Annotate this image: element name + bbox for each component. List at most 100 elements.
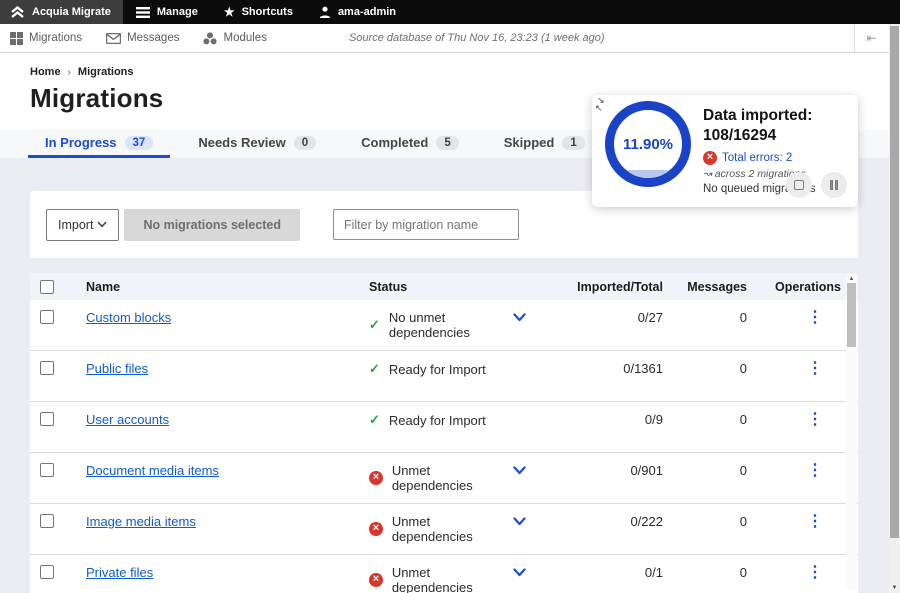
progress-ring-fill <box>614 170 682 178</box>
table-scrollbar-thumb[interactable] <box>847 283 856 347</box>
acquia-migrate-brand[interactable]: Acquia Migrate <box>0 0 123 24</box>
data-imported-fraction: 108/16294 <box>703 126 851 146</box>
status-text: Unmet dependencies <box>392 565 513 593</box>
progress-percentage: 11.90% <box>623 136 673 153</box>
messages-count: 0 <box>663 361 747 376</box>
source-database-note: Source database of Thu Nov 16, 23:23 (1 … <box>349 32 605 44</box>
messages-count: 0 <box>663 412 747 427</box>
import-dropdown-button[interactable]: Import <box>46 209 119 241</box>
header-messages: Messages <box>663 280 747 294</box>
status-card-controls <box>786 172 847 198</box>
select-all-checkbox[interactable] <box>40 280 54 294</box>
shortcuts-label: Shortcuts <box>242 6 293 18</box>
double-chevron-up-icon <box>10 6 25 19</box>
brand-label: Acquia Migrate <box>32 6 111 18</box>
row-operations-kebab-icon[interactable]: ⋮ <box>807 311 823 325</box>
toolbar-collapse-button[interactable]: ⇤ <box>854 24 888 52</box>
tab-count-badge: 1 <box>562 136 584 150</box>
breadcrumb-separator: › <box>68 67 71 78</box>
import-status-card: ↘↖ 11.90% Data imported: 108/16294 × Tot… <box>592 95 858 207</box>
breadcrumb-home-link[interactable]: Home <box>30 66 61 78</box>
imported-total-value: 0/1 <box>543 565 663 580</box>
breadcrumb-current-link[interactable]: Migrations <box>78 66 134 78</box>
status-text: No unmet dependencies <box>389 310 513 340</box>
tab-completed[interactable]: Completed 5 <box>344 130 476 158</box>
expand-chevron-icon[interactable] <box>513 466 526 475</box>
migration-name-link[interactable]: Private files <box>86 565 153 580</box>
expand-chevron-icon[interactable] <box>513 568 526 577</box>
tab-skipped[interactable]: Skipped1 <box>487 130 602 158</box>
total-errors-row[interactable]: × Total errors: 2 <box>703 151 851 165</box>
progress-ring: 11.90% <box>605 101 691 187</box>
row-operations-kebab-icon[interactable]: ⋮ <box>807 413 823 427</box>
table-scrollbar[interactable]: ▲ <box>846 274 857 589</box>
tab-label: Completed <box>361 135 428 150</box>
total-errors-link[interactable]: Total errors: 2 <box>722 152 792 164</box>
stop-icon <box>794 180 804 190</box>
row-select-checkbox[interactable] <box>40 565 54 579</box>
row-select-checkbox[interactable] <box>40 463 54 477</box>
row-select-checkbox[interactable] <box>40 412 54 426</box>
table-header-row: Name Status Imported/Total Messages Oper… <box>30 273 858 300</box>
tab-needs-review[interactable]: Needs Review0 <box>181 130 333 158</box>
tab-label: Needs Review <box>198 135 285 150</box>
imported-total-value: 0/901 <box>543 463 663 478</box>
modules-icon <box>203 32 217 45</box>
tab-in-progress[interactable]: In Progress37 <box>28 130 170 158</box>
row-operations-kebab-icon[interactable]: ⋮ <box>807 362 823 376</box>
status-text: Ready for Import <box>389 362 486 377</box>
breadcrumb: Home › Migrations <box>30 66 900 78</box>
status-text: Ready for Import <box>389 413 486 428</box>
table-row: Image media items × Unmet dependencies 0/22… <box>30 504 858 555</box>
header-name: Name <box>86 280 369 294</box>
status-text: Unmet dependencies <box>392 514 513 544</box>
status-error-icon: × <box>369 471 383 485</box>
pause-icon <box>830 180 838 190</box>
status-ok-icon: ✓ <box>369 317 380 333</box>
migration-name-link[interactable]: Document media items <box>86 463 219 478</box>
admin-bar-user[interactable]: ama-admin <box>306 0 409 24</box>
stop-import-button[interactable] <box>786 172 812 198</box>
tab-count-badge: 5 <box>436 136 458 150</box>
no-migrations-selected-button[interactable]: No migrations selected <box>124 209 300 241</box>
page-scrollbar-thumb[interactable] <box>890 26 899 538</box>
hamburger-icon <box>136 7 150 18</box>
row-operations-kebab-icon[interactable]: ⋮ <box>807 566 823 580</box>
toolbar-migrations[interactable]: Migrations <box>0 32 94 45</box>
manage-label: Manage <box>157 6 198 18</box>
scroll-down-arrow-icon[interactable]: ▼ <box>889 585 900 591</box>
messages-count: 0 <box>663 463 747 478</box>
admin-bar-shortcuts[interactable]: ★ Shortcuts <box>211 0 306 24</box>
tab-label: In Progress <box>45 135 117 150</box>
status-error-icon: × <box>369 573 383 587</box>
status-ok-icon: ✓ <box>369 412 380 428</box>
status-text: Unmet dependencies <box>392 463 513 493</box>
pause-import-button[interactable] <box>821 172 847 198</box>
table-row: Private files×Unmet dependencies0/10⋮ <box>30 555 858 593</box>
expand-chevron-icon[interactable] <box>513 517 526 526</box>
row-select-checkbox[interactable] <box>40 361 54 375</box>
migration-filter-input[interactable] <box>333 209 519 240</box>
expand-chevron-icon[interactable] <box>513 313 526 322</box>
admin-bar: Acquia Migrate Manage ★ Shortcuts ama-ad… <box>0 0 900 24</box>
migration-name-link[interactable]: Public files <box>86 361 148 376</box>
resize-handle-icon[interactable]: ↘↖ <box>597 96 605 112</box>
row-operations-kebab-icon[interactable]: ⋮ <box>807 515 823 529</box>
status-ok-icon: ✓ <box>369 361 380 377</box>
row-select-checkbox[interactable] <box>40 310 54 324</box>
imported-total-value: 0/222 <box>543 514 663 529</box>
page-scrollbar[interactable]: ▼ <box>889 24 900 593</box>
imported-total-value: 0/1361 <box>543 361 663 376</box>
migrations-label: Migrations <box>29 32 82 44</box>
migration-name-link[interactable]: User accounts <box>86 412 169 427</box>
row-operations-kebab-icon[interactable]: ⋮ <box>807 464 823 478</box>
table-body: Custom blocks✓No unmet dependencies0/270… <box>30 300 858 593</box>
migration-name-link[interactable]: Image media items <box>86 514 196 529</box>
admin-bar-manage[interactable]: Manage <box>123 0 211 24</box>
row-select-checkbox[interactable] <box>40 514 54 528</box>
toolbar-messages[interactable]: Messages <box>94 32 191 44</box>
modules-label: Modules <box>223 32 266 44</box>
toolbar-modules[interactable]: Modules <box>191 32 278 45</box>
status-error-icon: × <box>369 522 383 536</box>
migration-name-link[interactable]: Custom blocks <box>86 310 171 325</box>
